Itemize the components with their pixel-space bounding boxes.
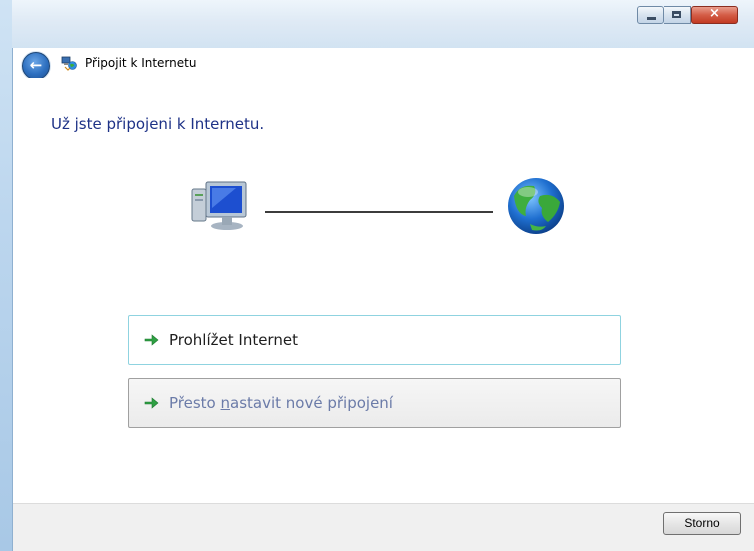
wizard-window: × ← Připojit k Internetu Už jste připoje… bbox=[0, 0, 754, 551]
minimize-button[interactable] bbox=[637, 6, 664, 24]
cancel-button[interactable]: Storno bbox=[663, 512, 741, 535]
setup-label-accel: n bbox=[220, 394, 231, 412]
network-wizard-icon bbox=[61, 56, 77, 71]
wizard-title: Připojit k Internetu bbox=[85, 56, 197, 70]
title-bar[interactable]: × bbox=[12, 0, 754, 48]
close-icon: × bbox=[709, 6, 720, 21]
setup-label-prefix: Přesto bbox=[169, 394, 221, 412]
setup-label-suffix: astavit nové připojení bbox=[230, 394, 393, 412]
setup-new-connection-label: Přesto nastavit nové připojení bbox=[169, 394, 393, 412]
minimize-icon bbox=[647, 17, 656, 20]
back-arrow-icon: ← bbox=[29, 56, 43, 74]
maximize-button[interactable] bbox=[664, 6, 691, 24]
back-button[interactable]: ← bbox=[22, 52, 50, 80]
browse-internet-label: Prohlížet Internet bbox=[169, 331, 298, 349]
content-area bbox=[13, 78, 754, 503]
window-frame-left bbox=[0, 0, 13, 551]
connection-line bbox=[265, 211, 493, 213]
setup-new-connection-option[interactable]: Přesto nastavit nové připojení bbox=[128, 378, 621, 428]
green-arrow-icon bbox=[144, 397, 159, 409]
maximize-icon bbox=[672, 11, 681, 18]
status-heading: Už jste připojeni k Internetu. bbox=[51, 115, 265, 133]
green-arrow-icon bbox=[144, 334, 159, 346]
close-button[interactable]: × bbox=[691, 6, 738, 24]
browse-internet-option[interactable]: Prohlížet Internet bbox=[128, 315, 621, 365]
footer-bar bbox=[13, 503, 754, 551]
